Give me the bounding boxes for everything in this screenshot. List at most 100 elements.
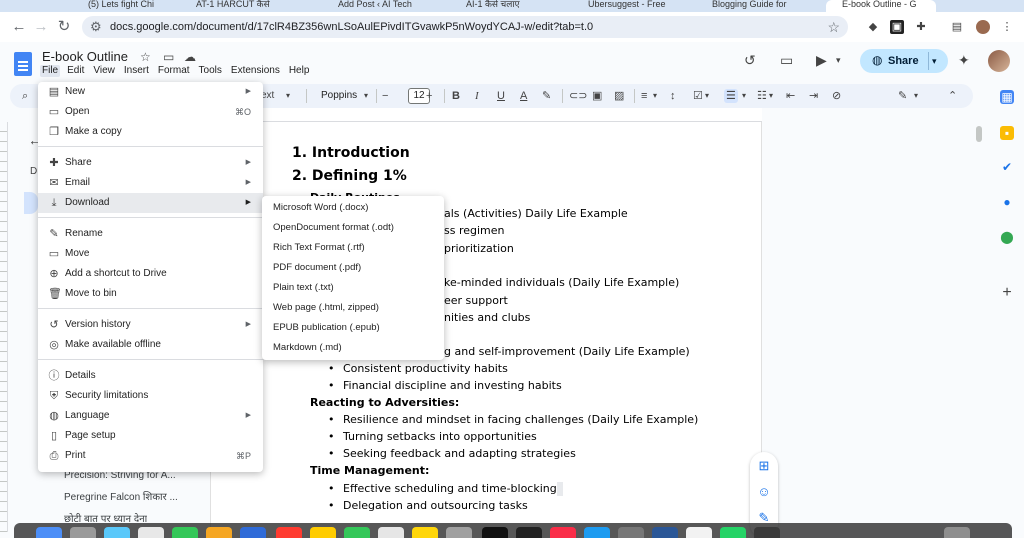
app-dock-icon[interactable] [516, 527, 542, 538]
browser-menu-icon[interactable]: ⋮ [1000, 20, 1014, 34]
download-md[interactable]: Markdown (.md) [262, 338, 444, 358]
increase-font-size-icon[interactable]: + [426, 89, 432, 103]
facetime-dock-icon[interactable] [172, 527, 198, 538]
list-item[interactable]: eer support [444, 294, 508, 308]
menu-item-details[interactable]: ⓘ Details [38, 366, 263, 386]
menu-item-offline[interactable]: ◎ Make available offline [38, 335, 263, 355]
download-odt[interactable]: OpenDocument format (.odt) [262, 218, 444, 238]
extension-icon[interactable]: ◆ [866, 20, 880, 34]
chevron-down-icon[interactable]: ▾ [364, 89, 368, 103]
list-item[interactable]: ke-minded individuals (Daily Life Exampl… [444, 276, 679, 290]
keep-icon[interactable]: ▪ [1000, 126, 1014, 140]
menu-item-share[interactable]: ✚ Share ▶ [38, 153, 263, 173]
contacts-icon[interactable]: ● [1000, 195, 1014, 209]
align-icon[interactable]: ≡ [641, 89, 647, 103]
list-item[interactable]: Financial discipline and investing habit… [328, 379, 562, 393]
finder-dock-icon[interactable] [36, 527, 62, 538]
download-docx[interactable]: Microsoft Word (.docx) [262, 198, 444, 218]
chevron-down-icon[interactable]: ▾ [286, 89, 290, 103]
url-text[interactable]: docs.google.com/document/d/17clR4BZ356wn… [110, 20, 593, 34]
menu-format[interactable]: Format [158, 65, 190, 77]
profile-avatar[interactable] [976, 20, 990, 34]
download-pdf[interactable]: PDF document (.pdf) [262, 258, 444, 278]
list-item[interactable]: als (Activities) Daily Life Example [444, 207, 628, 221]
heading-defining[interactable]: 2. Defining 1% [292, 167, 407, 185]
menu-help[interactable]: Help [289, 65, 310, 77]
chevron-down-icon[interactable]: ▾ [769, 89, 773, 103]
calendar-icon[interactable]: ▦ [1000, 90, 1014, 104]
menu-item-open[interactable]: ▭ Open ⌘O [38, 102, 263, 122]
link-icon[interactable]: ⊂⊃ [569, 89, 587, 103]
reload-icon[interactable]: ↻ [55, 18, 73, 36]
menu-item-add-shortcut[interactable]: ⊕ Add a shortcut to Drive [38, 264, 263, 284]
launchpad-dock-icon[interactable] [70, 527, 96, 538]
underline-icon[interactable]: U [497, 89, 505, 103]
increase-indent-icon[interactable]: ⇥ [809, 89, 818, 103]
list-item[interactable]: g and self-improvement (Daily Life Examp… [444, 345, 690, 359]
insert-image-icon[interactable]: ▨ [614, 89, 624, 103]
bulleted-list-icon[interactable]: ☰ [724, 89, 738, 103]
menu-extensions[interactable]: Extensions [231, 65, 280, 77]
browser-tab[interactable]: AT-1 HARCUT कैसे [196, 0, 288, 12]
list-item[interactable]: Consistent productivity habits [328, 362, 508, 376]
bookmark-star-icon[interactable]: ☆ [827, 19, 840, 35]
outline-item[interactable]: Peregrine Falcon शिकार ... [64, 491, 178, 504]
app-dock-icon[interactable] [240, 527, 266, 538]
share-button[interactable]: ◍ Share ▾ [860, 49, 948, 73]
messages-dock-icon[interactable] [344, 527, 370, 538]
menu-insert[interactable]: Insert [124, 65, 149, 77]
meet-icon[interactable]: ▶ [816, 52, 827, 68]
tasks-icon[interactable]: ✔ [1000, 160, 1014, 174]
menu-item-new[interactable]: ▤ New ▶ [38, 82, 263, 102]
calendar-dock-icon[interactable] [276, 527, 302, 538]
chevron-down-icon[interactable]: ▾ [742, 89, 746, 103]
menu-edit[interactable]: Edit [67, 65, 84, 77]
app-dock-icon[interactable] [652, 527, 678, 538]
heading-introduction[interactable]: 1. Introduction [292, 144, 410, 162]
extensions-puzzle-icon[interactable]: ✚ [914, 20, 928, 34]
download-html[interactable]: Web page (.html, zipped) [262, 298, 444, 318]
subheading-time-management[interactable]: Time Management: [310, 464, 429, 478]
download-txt[interactable]: Plain text (.txt) [262, 278, 444, 298]
back-icon[interactable]: ← [10, 18, 28, 36]
italic-icon[interactable]: I [475, 89, 479, 103]
browser-tab[interactable]: Blogging Guide for [712, 0, 792, 12]
browser-tab[interactable]: Add Post ‹ AI Tech [338, 0, 418, 12]
star-icon[interactable]: ☆ [140, 50, 151, 64]
history-icon[interactable]: ↺ [744, 52, 756, 68]
list-item[interactable]: nities and clubs [444, 311, 530, 325]
chevron-down-icon[interactable]: ▾ [705, 89, 709, 103]
safari-dock-icon[interactable] [104, 527, 130, 538]
checklist-icon[interactable]: ☑ [693, 89, 703, 103]
move-folder-icon[interactable]: ▭ [163, 50, 174, 64]
photos-dock-icon[interactable] [138, 527, 164, 538]
collapse-toolbar-icon[interactable]: ⌃ [948, 89, 957, 103]
text-color-icon[interactable]: A [520, 89, 527, 103]
browser-tab-active[interactable]: E-book Outline - G [826, 0, 936, 12]
notes-dock-icon[interactable] [310, 527, 336, 538]
menu-item-move[interactable]: ▭ Move [38, 244, 263, 264]
decrease-indent-icon[interactable]: ⇤ [786, 89, 795, 103]
menu-item-security-limitations[interactable]: ⛨ Security limitations [38, 386, 263, 406]
list-item[interactable]: Effective scheduling and time-blocking [328, 482, 563, 496]
emoji-reaction-icon[interactable]: ☺ [756, 484, 772, 500]
chevron-down-icon[interactable]: ▾ [932, 54, 937, 68]
add-comment-icon[interactable]: ⊞ [756, 458, 772, 474]
menu-file[interactable]: File [40, 65, 61, 77]
list-item[interactable]: Seeking feedback and adapting strategies [328, 447, 576, 461]
chrome-dock-icon[interactable] [686, 527, 712, 538]
search-menus-icon[interactable]: ⌕ [22, 89, 28, 103]
subheading-reacting[interactable]: Reacting to Adversities: [310, 396, 459, 410]
browser-tab[interactable]: (5) Lets fight Chi [88, 0, 180, 12]
editing-mode-pencil-icon[interactable]: ✎ [898, 89, 907, 103]
scrollbar-thumb[interactable] [976, 126, 982, 142]
clear-formatting-icon[interactable]: ⊘ [832, 89, 841, 103]
outline-item[interactable]: छोटी बात पर ध्यान देना [64, 513, 147, 522]
menu-item-version-history[interactable]: ↺ Version history ▶ [38, 315, 263, 335]
download-rtf[interactable]: Rich Text Format (.rtf) [262, 238, 444, 258]
browser-tab[interactable]: Ubersuggest - Free [588, 0, 668, 12]
style-select[interactable]: ext [261, 89, 274, 103]
font-select[interactable]: Poppins [321, 89, 357, 103]
highlight-icon[interactable]: ✎ [542, 89, 551, 103]
download-epub[interactable]: EPUB publication (.epub) [262, 318, 444, 338]
